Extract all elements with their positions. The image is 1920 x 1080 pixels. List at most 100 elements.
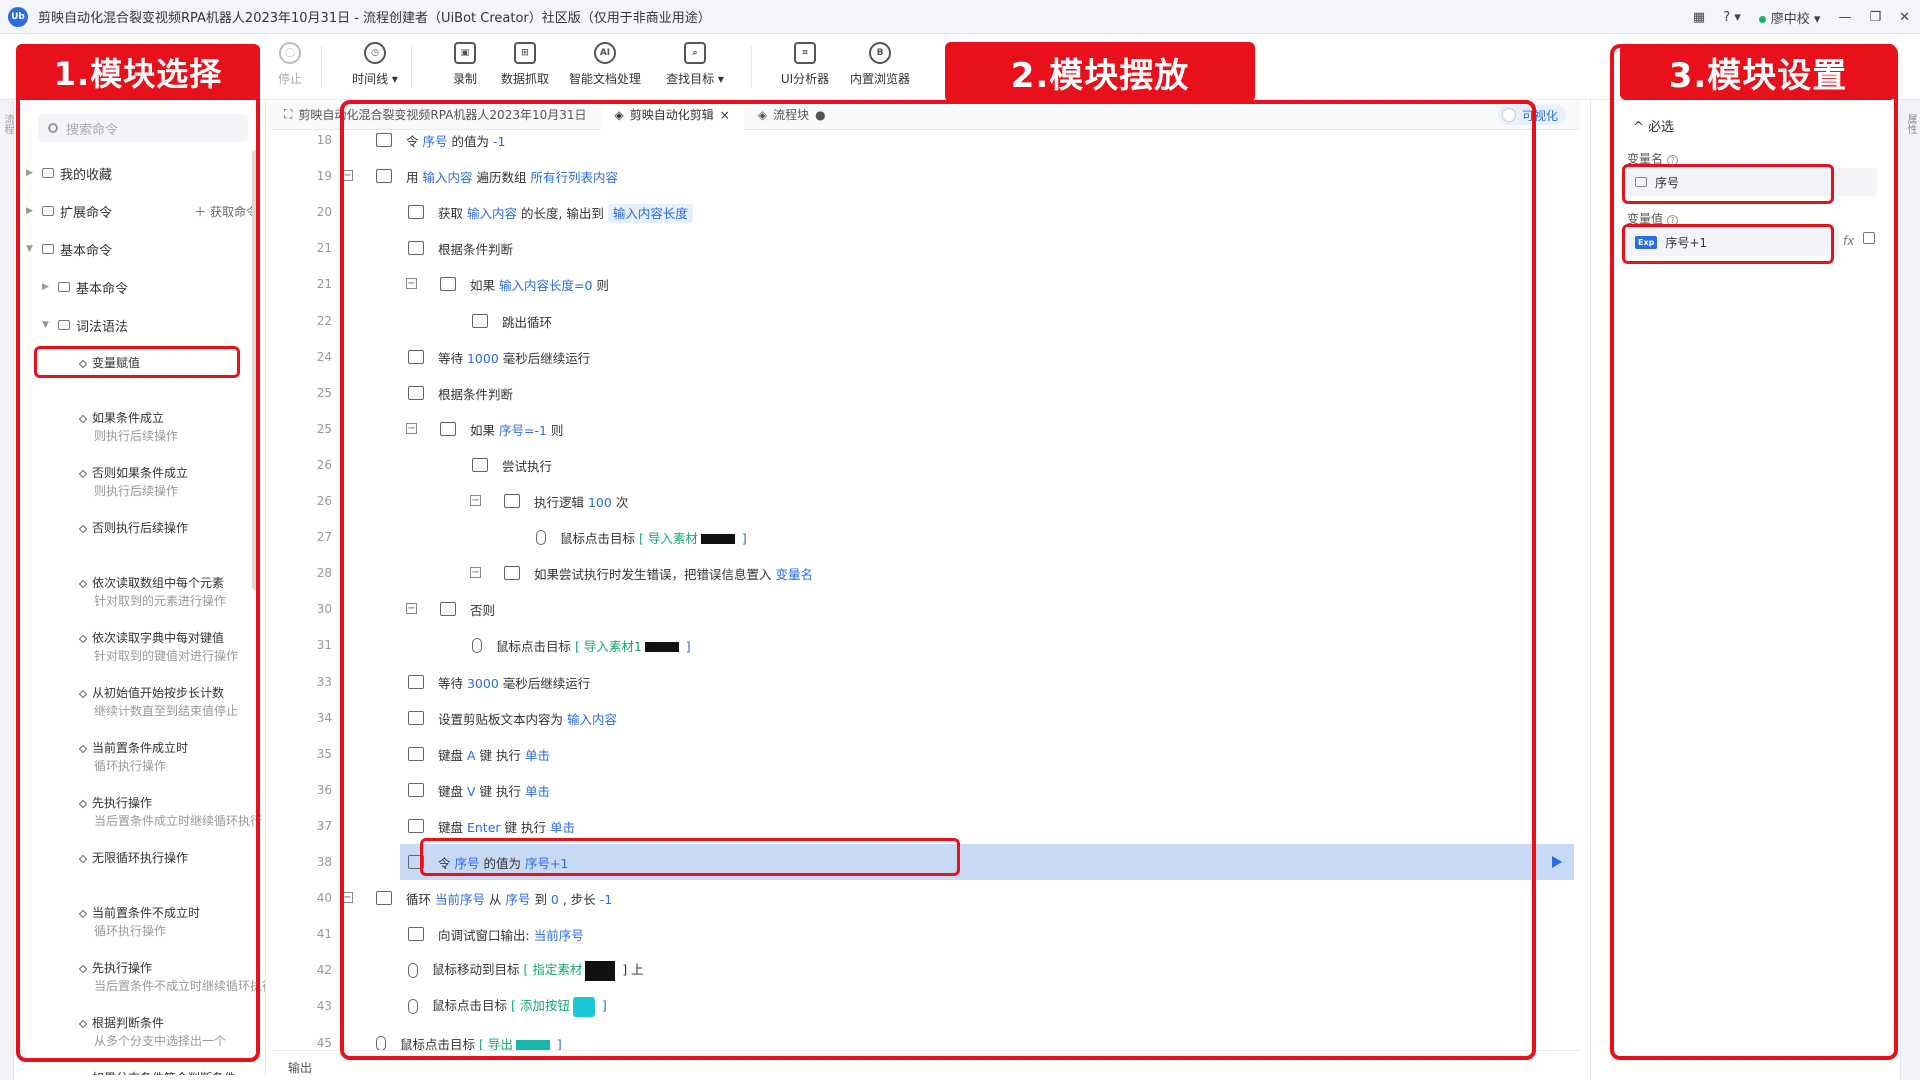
flow-row-text: 键盘 A 键 执行 单击 — [438, 745, 550, 764]
var-value-field[interactable]: Exp 序号+1 — [1627, 228, 1839, 256]
flow-row-segment: A — [466, 747, 476, 763]
block-icon — [504, 494, 520, 508]
var-name-field[interactable]: 序号 — [1627, 168, 1877, 196]
flow-row[interactable]: 鼠标点击目标 [ 导入素材 ] — [528, 519, 1574, 555]
flow-row[interactable]: 设置剪贴板文本内容为 输入内容 — [400, 700, 1574, 736]
collapse-toggle-icon[interactable]: − — [406, 278, 417, 289]
tree-favorites[interactable]: ▶ 我的收藏 — [26, 158, 265, 188]
tree-syntax[interactable]: ▼ 词法语法 — [42, 310, 265, 340]
flow-row[interactable]: 等待 1000 毫秒后继续运行 — [400, 339, 1574, 375]
command-item[interactable]: 当前置条件成立时 循环执行操作 — [78, 739, 265, 775]
command-item[interactable]: 变量赋值 — [78, 354, 265, 372]
run-from-here-icon[interactable] — [1552, 856, 1562, 868]
command-item[interactable]: 先执行操作 当后置条件成立时继续循环执行 — [78, 794, 265, 830]
toolbar-button-7[interactable]: B 内置浏览器 — [840, 42, 920, 87]
help-icon[interactable]: ? ▾ — [1723, 10, 1741, 25]
flow-row-text: 根据条件判断 — [438, 239, 513, 258]
output-panel[interactable]: 输出 — [270, 1050, 1580, 1080]
flow-row[interactable]: 向调试窗口输出: 当前序号 — [400, 916, 1574, 952]
flow-row-segment: 输入内容 — [466, 205, 517, 221]
flow-row[interactable]: 键盘 A 键 执行 单击 — [400, 736, 1574, 772]
flow-row[interactable]: 尝试执行 — [464, 447, 1574, 483]
flow-row[interactable]: − 用 输入内容 遍历数组 所有行列表内容 — [342, 158, 1574, 194]
flow-row[interactable]: 鼠标移动到目标 [ 指定素材 ] 上 — [400, 952, 1574, 988]
collapse-toggle-icon[interactable]: − — [342, 892, 353, 903]
apps-icon[interactable]: ▦ — [1693, 10, 1705, 25]
flow-row-segment: 的值为 — [447, 133, 493, 149]
command-name: 根据判断条件 — [92, 1016, 165, 1030]
flow-row[interactable]: − 如果 序号=-1 则 — [406, 411, 1574, 447]
flow-row[interactable]: 键盘 Enter 键 执行 单击 — [400, 808, 1574, 844]
flow-row[interactable]: 令 序号 的值为 序号+1 — [400, 844, 1574, 880]
restore-icon[interactable]: ❐ — [1869, 10, 1881, 25]
flow-row[interactable]: 鼠标点击目标 [ 导入素材1 ] — [464, 627, 1574, 663]
flow-row-segment: 获取 — [438, 205, 467, 221]
visualize-toggle[interactable]: 可视化 — [1497, 105, 1566, 125]
required-section-header[interactable]: ^ 必选 — [1633, 116, 1674, 135]
tab-jianying-edit[interactable]: ◈ 剪映自动化剪辑 × — [600, 99, 744, 130]
tab-project[interactable]: ⛶ 剪映自动化混合裂变视频RPA机器人2023年10月31日 — [270, 100, 601, 130]
command-panel-scrollbar[interactable] — [252, 150, 258, 590]
command-item[interactable]: 先执行操作 当后置条件不成立时继续循环执行 — [78, 959, 265, 995]
edit-icon[interactable] — [1863, 232, 1875, 244]
collapse-toggle-icon[interactable]: − — [342, 170, 353, 181]
toolbar-button-5[interactable]: ⌕ 查找目标 ▾ — [655, 42, 735, 87]
command-item[interactable]: 依次读取数组中每个元素 针对取到的元素进行操作 — [78, 574, 265, 610]
toolbar-button-3[interactable]: ⊞ 数据抓取 — [485, 42, 565, 87]
flow-row[interactable]: − 否则 — [406, 591, 1574, 627]
command-item[interactable]: 无限循环执行操作 — [78, 849, 265, 867]
toolbar-button-1[interactable]: ◷ 时间线 ▾ — [335, 42, 415, 87]
toolbar-button-label: 智能文档处理 — [568, 72, 641, 86]
search-input[interactable]: 搜索命令 — [38, 114, 248, 142]
diamond-icon — [78, 689, 88, 698]
flow-row[interactable]: 根据条件判断 — [400, 375, 1574, 411]
command-item[interactable]: 如果分支条件符合判断条件则执行分支语句块 — [78, 1069, 265, 1075]
tree-basic-sub[interactable]: ▶ 基本命令 — [42, 272, 265, 302]
flow-row[interactable]: 跳出循环 — [464, 303, 1574, 339]
command-item[interactable]: 依次读取字典中每对键值 针对取到的键值对进行操作 — [78, 629, 265, 665]
toolbar-button-6[interactable]: ⌗ UI分析器 — [765, 42, 845, 87]
collapse-toggle-icon[interactable]: − — [470, 567, 481, 578]
user-menu[interactable]: 廖中校 ▾ — [1758, 8, 1820, 27]
command-item[interactable]: 当前置条件不成立时 循环执行操作 — [78, 904, 265, 940]
toolbar-button-4[interactable]: AI 智能文档处理 — [565, 42, 645, 87]
close-icon[interactable]: ✕ — [1899, 10, 1910, 25]
flow-row-text: 令 序号 的值为 -1 — [406, 131, 505, 150]
line-number: 18 — [316, 133, 332, 147]
tab-flow-block[interactable]: ◈ 流程块 ● — [744, 100, 840, 130]
flow-row[interactable]: − 如果 输入内容长度=0 则 — [406, 266, 1574, 302]
command-item[interactable]: 根据判断条件 从多个分支中选择出一个 — [78, 1014, 265, 1050]
right-rail-label[interactable]: 属性 — [1903, 114, 1918, 134]
flow-row[interactable]: 鼠标点击目标 [ 添加按钮 ] — [400, 988, 1574, 1024]
flow-row[interactable]: − 执行逻辑 100 次 — [470, 483, 1574, 519]
tree-extensions[interactable]: ▶ 扩展命令＋ 获取命令 — [26, 196, 265, 226]
left-rail-label[interactable]: 流程 — [0, 114, 15, 134]
minimize-icon[interactable]: — — [1838, 10, 1851, 25]
flow-row[interactable]: 等待 3000 毫秒后继续运行 — [400, 664, 1574, 700]
flow-row[interactable]: 根据条件判断 — [400, 230, 1574, 266]
toolbar-button-0[interactable]: ◯ 停止 — [250, 42, 330, 87]
fx-button[interactable]: fx — [1843, 234, 1854, 248]
flow-row[interactable]: 鼠标点击目标 [ 导出 ] — [368, 1025, 1574, 1050]
flow-row[interactable]: 令 序号 的值为 -1 — [368, 130, 1574, 158]
collapse-toggle-icon[interactable]: − — [470, 495, 481, 506]
flow-row[interactable]: − 循环 当前序号 从 序号 到 0 , 步长 -1 — [342, 880, 1574, 916]
command-item[interactable]: 否则如果条件成立 则执行后续操作 — [78, 464, 265, 500]
collapse-toggle-icon[interactable]: − — [406, 423, 417, 434]
line-number: 37 — [316, 819, 332, 833]
command-item[interactable]: 从初始值开始按步长计数 继续计数直至到结束值停止 — [78, 684, 265, 720]
get-commands-button[interactable]: ＋ 获取命令 — [194, 203, 258, 220]
collapse-toggle-icon[interactable]: − — [406, 603, 417, 614]
flow-row[interactable]: 获取 输入内容 的长度, 输出到 输入内容长度 — [400, 194, 1574, 230]
mouse-icon — [408, 998, 418, 1014]
flow-row-segment: [ 导出 — [478, 1036, 513, 1051]
line-number: 26 — [316, 494, 332, 508]
flow-row[interactable]: 键盘 V 键 执行 单击 — [400, 772, 1574, 808]
command-item[interactable]: 否则执行后续操作 — [78, 519, 265, 537]
target-thumbnail — [515, 1040, 550, 1050]
flow-row[interactable]: − 如果尝试执行时发生错误，把错误信息置入 变量名 — [470, 555, 1574, 591]
flow-row-segment: 如果尝试执行时发生错误，把错误信息置入 — [534, 566, 776, 582]
command-item[interactable]: 如果条件成立 则执行后续操作 — [78, 409, 265, 445]
tree-basic[interactable]: ▼ 基本命令 — [26, 234, 265, 264]
tab-close-icon[interactable]: × — [720, 108, 730, 122]
